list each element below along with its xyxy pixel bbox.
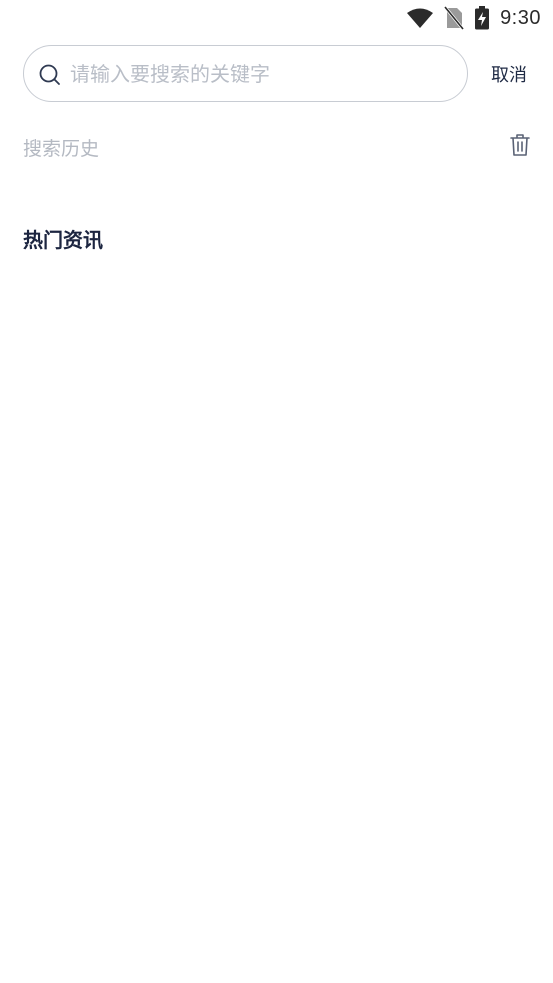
status-time: 9:30 [500,6,541,29]
search-history-header: 搜索历史 [23,132,533,162]
trash-icon[interactable] [509,132,531,158]
battery-charging-icon [474,6,490,30]
status-icons: 9:30 [406,5,541,31]
search-box[interactable] [23,45,468,102]
search-history-title: 搜索历史 [23,138,100,160]
hot-news-title: 热门资讯 [23,228,103,252]
cancel-button[interactable]: 取消 [491,61,527,87]
search-input[interactable] [70,54,450,94]
search-row: 取消 [23,45,543,105]
wifi-icon [406,7,434,29]
status-bar: 9:30 [0,0,553,36]
no-sim-icon [444,6,465,30]
search-icon [38,63,62,87]
